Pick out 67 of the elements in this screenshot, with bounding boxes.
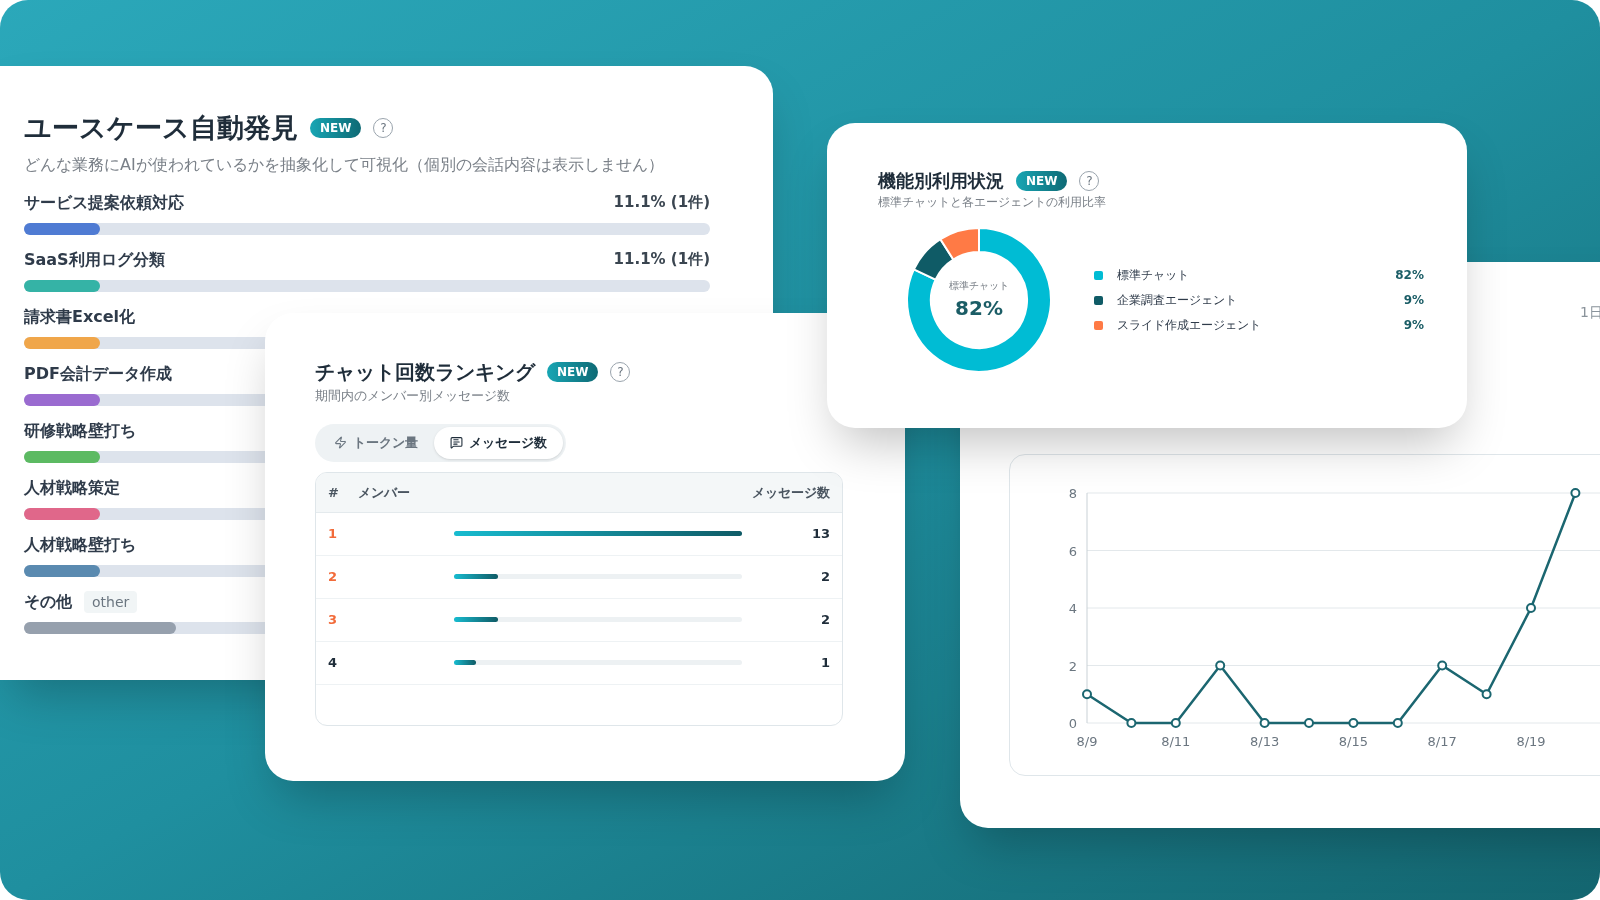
period-label: 1日: [1580, 303, 1600, 322]
y-tick-label: 2: [1068, 658, 1077, 674]
column-header: メンバー: [358, 483, 410, 502]
x-tick-label: 8/13: [1250, 734, 1280, 749]
column-header: #: [328, 483, 340, 502]
x-tick-label: 8/9: [1076, 734, 1098, 749]
rank-number: 1: [328, 525, 339, 543]
data-point: [1481, 689, 1492, 700]
y-tick-label: 0: [1068, 716, 1077, 731]
usecase-label: SaaS利用ログ分類: [24, 248, 165, 271]
legend-value: 9%: [1403, 317, 1424, 335]
new-badge: NEW: [1016, 170, 1068, 191]
y-tick-label: 6: [1068, 543, 1077, 559]
legend-value: 9%: [1403, 292, 1424, 310]
data-point: [1570, 488, 1581, 498]
card-title: ユースケース自動発見: [24, 111, 298, 145]
data-point: [1126, 718, 1137, 728]
x-tick-label: 8/11: [1161, 734, 1191, 749]
message-count: 1: [820, 654, 830, 672]
usecase-label: 研修戦略壁打ち: [24, 419, 136, 442]
x-tick-label: 8/15: [1338, 734, 1368, 749]
card-subtitle: どんな業務にAIが使われているかを抽象化して可視化（個別の会話内容は表示しません）: [24, 153, 665, 176]
message-count: 2: [820, 611, 830, 629]
usecase-label: その他: [24, 590, 72, 613]
data-point: [1215, 660, 1226, 671]
legend-label: 標準チャット: [1117, 267, 1189, 285]
new-badge: NEW: [547, 362, 599, 382]
usecase-label: サービス提案依頼対応: [24, 191, 184, 214]
data-point: [1259, 718, 1270, 728]
data-point: [1348, 718, 1359, 728]
toggle-option[interactable]: トークン量: [318, 426, 434, 459]
usecase-share: 11.1% (1件): [613, 249, 710, 271]
data-point: [1170, 718, 1181, 728]
card-title: 機能別利用状況: [878, 169, 1004, 193]
x-tick-label: 8/17: [1427, 734, 1457, 749]
rank-number: 4: [328, 654, 339, 672]
message-icon: [450, 436, 463, 450]
usecase-label: PDF会計データ作成: [24, 362, 172, 385]
y-tick-label: 4: [1068, 601, 1077, 616]
usecase-tag: other: [84, 590, 138, 613]
donut-center-value: 82%: [955, 294, 1003, 322]
legend-value: 82%: [1395, 267, 1424, 285]
new-badge: NEW: [310, 118, 362, 139]
x-tick-label: 8/19: [1516, 734, 1546, 749]
usecase-share: 11.1% (1件): [613, 192, 710, 214]
column-header: メッセージ数: [752, 483, 830, 502]
data-point: [1304, 718, 1314, 728]
card-subtitle: 期間内のメンバー別メッセージ数: [315, 387, 511, 405]
usecase-label: 人材戦略策定: [24, 476, 120, 499]
legend-label: 企業調査エージェント: [1117, 292, 1237, 310]
lightning-icon: [334, 436, 347, 450]
message-count: 13: [811, 525, 830, 543]
legend-label: スライド作成エージェント: [1117, 317, 1261, 335]
rank-number: 3: [328, 611, 339, 629]
y-tick-label: 8: [1068, 486, 1077, 501]
donut-center-label: 標準チャット: [949, 278, 1009, 293]
data-point: [1526, 603, 1536, 613]
data-point: [1392, 718, 1403, 728]
toggle-option[interactable]: メッセージ数: [434, 426, 563, 459]
usecase-label: 人材戦略壁打ち: [24, 533, 136, 556]
data-point: [1082, 689, 1092, 700]
card-title: チャット回数ランキング: [315, 359, 535, 386]
card-subtitle: 標準チャットと各エージェントの利用比率: [878, 194, 1107, 211]
rank-number: 2: [328, 568, 339, 586]
message-count: 2: [820, 568, 830, 586]
data-point: [1437, 660, 1448, 671]
usecase-label: 請求書Excel化: [24, 305, 136, 328]
